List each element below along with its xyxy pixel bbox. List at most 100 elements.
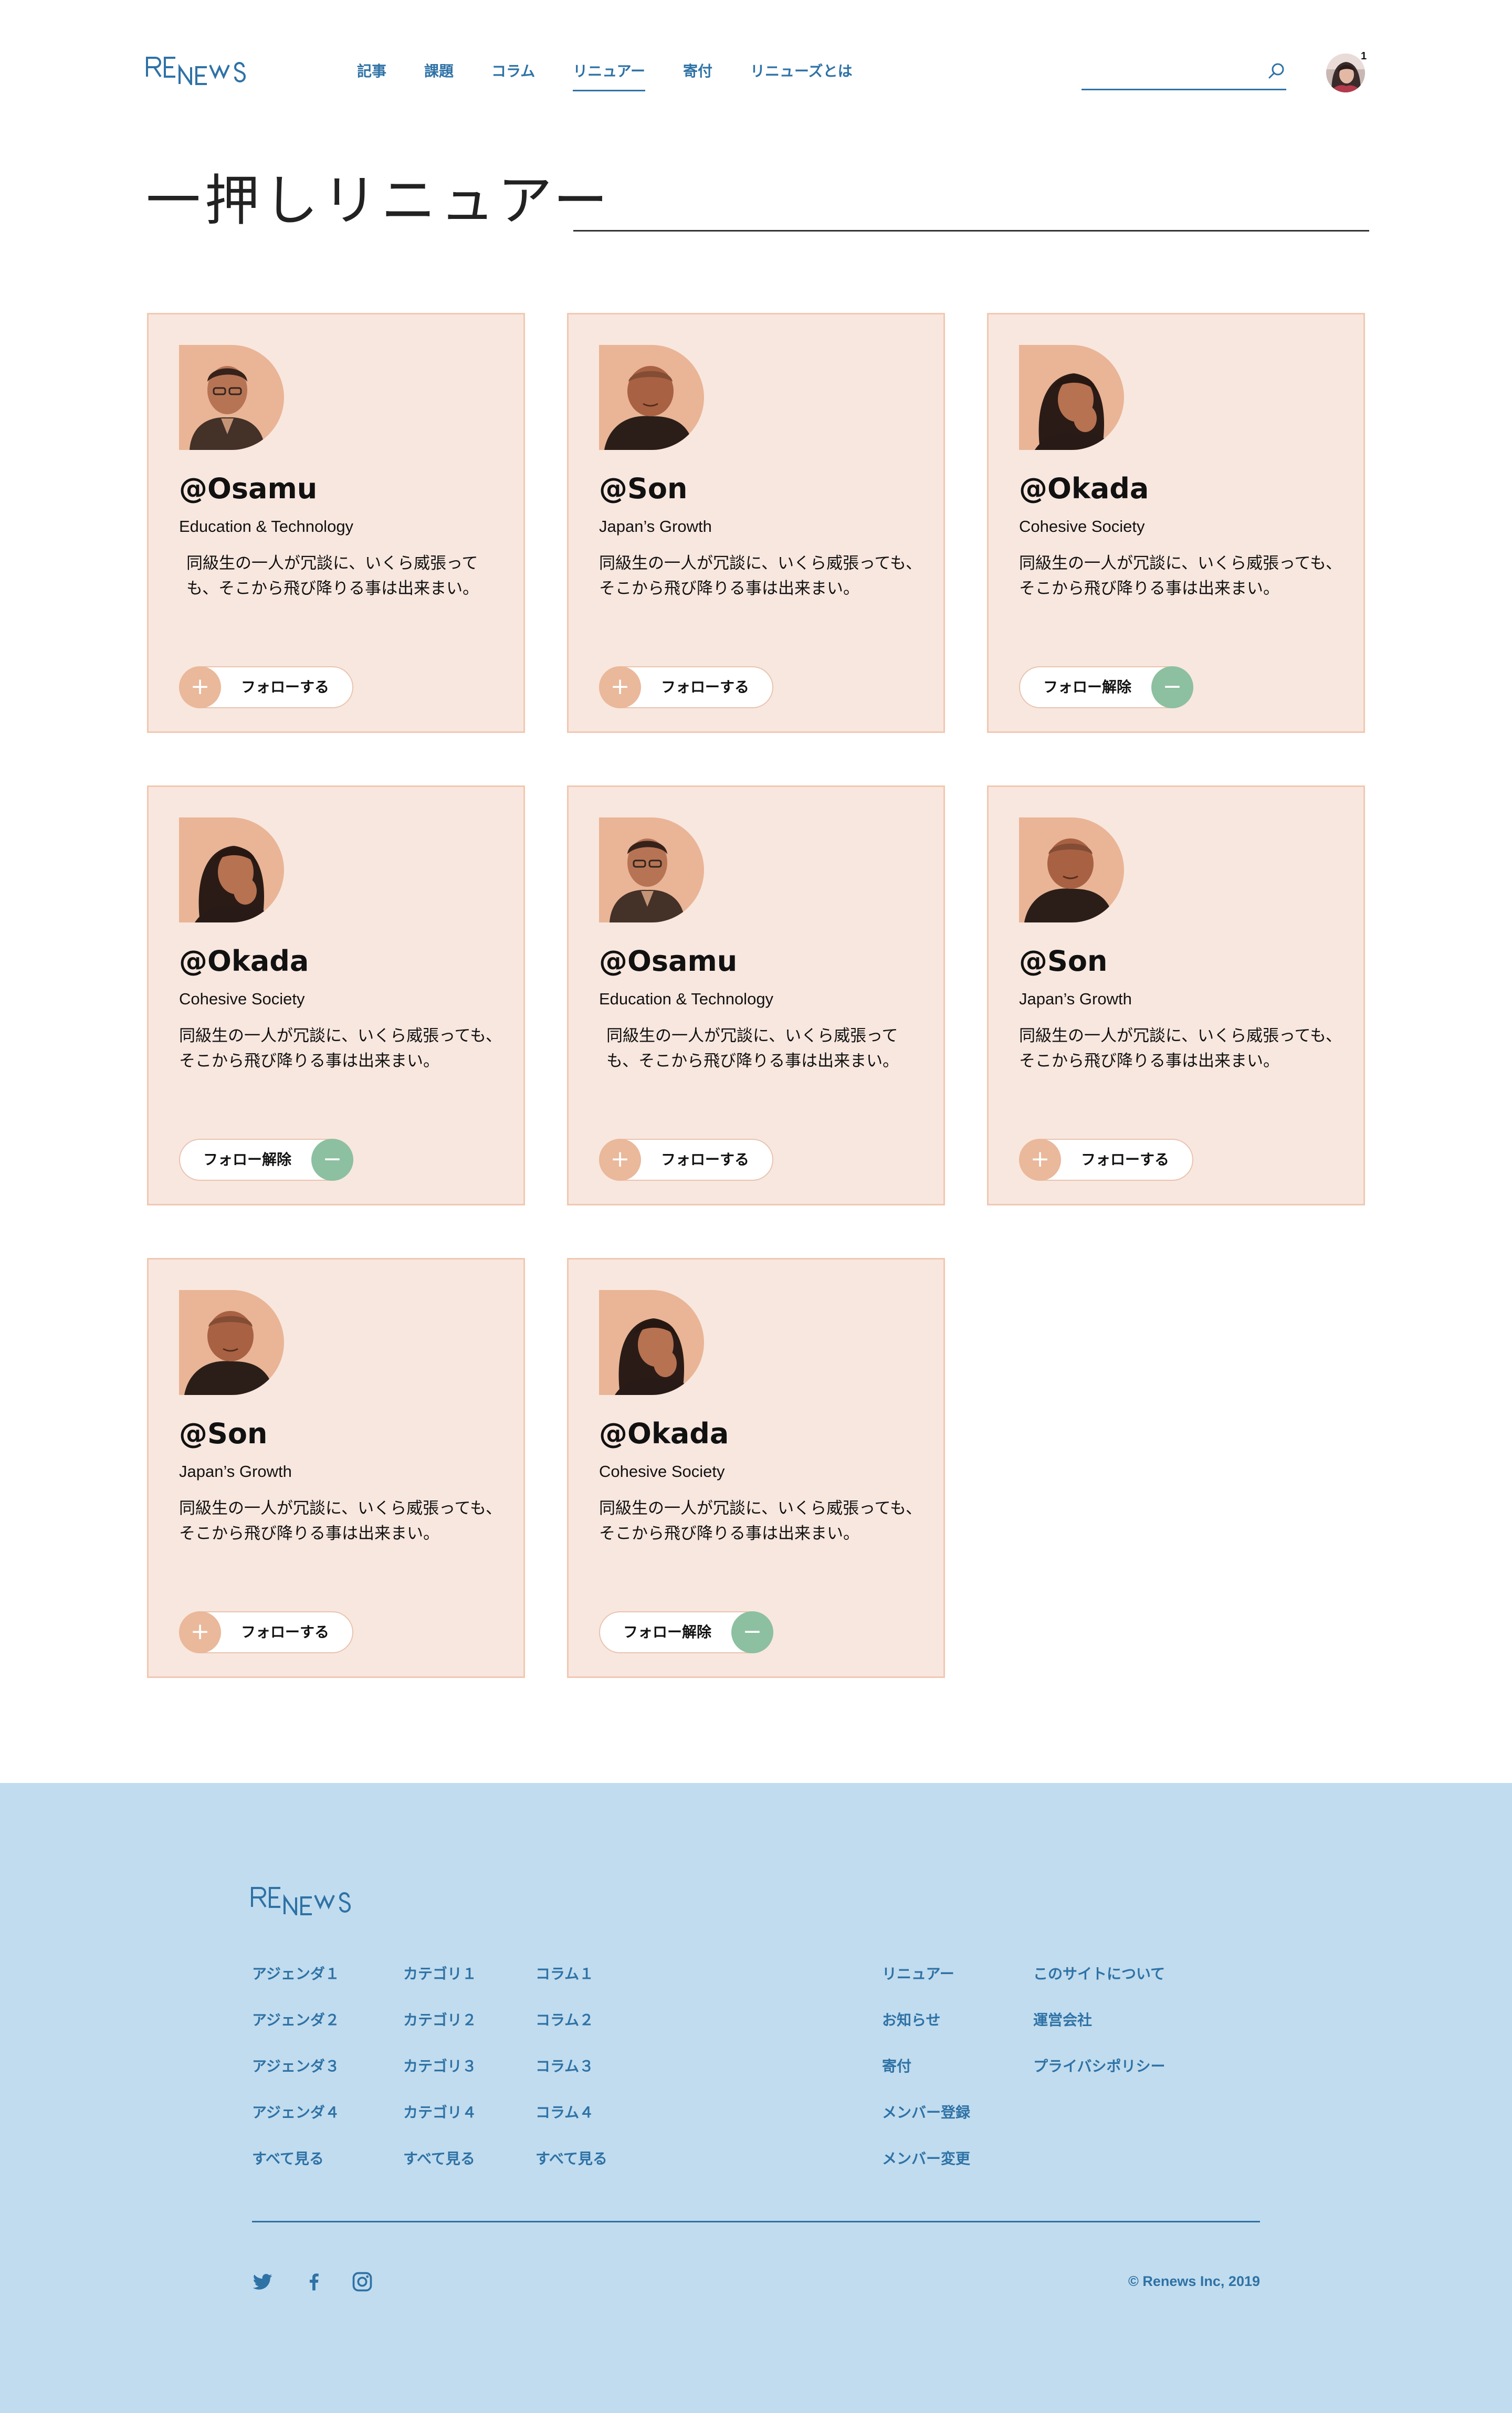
follow-button-label: フォローする: [241, 678, 330, 696]
renews-logo-mark: [146, 57, 246, 85]
follow-button[interactable]: + フォローする: [599, 666, 773, 708]
follow-button-label: フォローする: [1081, 1151, 1170, 1168]
renewer-description: 同級生の一人が冗談に、いくら威張っても、そこから飛び降りる事は出来まい。: [599, 554, 922, 598]
site-footer: アジェンダ１ アジェンダ２ アジェンダ３ アジェンダ４ すべて見る カテゴリ１ …: [0, 1783, 1512, 2413]
renewer-handle[interactable]: @Osamu: [599, 945, 737, 978]
renewer-handle[interactable]: @Osamu: [179, 472, 317, 505]
renewer-category: Japan’s Growth: [599, 517, 712, 536]
footer-link-donate[interactable]: 寄付: [882, 2056, 970, 2102]
follow-button[interactable]: + フォローする: [1019, 1139, 1193, 1181]
renewer-handle[interactable]: @Okada: [599, 1417, 729, 1450]
renewer-avatar[interactable]: [599, 1290, 704, 1395]
footer-link[interactable]: コラム２: [536, 2010, 607, 2056]
footer-link[interactable]: コラム１: [536, 1964, 607, 2010]
footer-link[interactable]: アジェンダ４: [252, 2102, 340, 2148]
renewer-category: Cohesive Society: [179, 990, 305, 1008]
renewer-handle[interactable]: @Son: [599, 472, 687, 505]
site-header: 記事 課題 コラム リニュアー 寄付 リニューズとは 1: [0, 0, 1512, 126]
footer-link[interactable]: カテゴリ３: [403, 2056, 477, 2102]
footer-link-see-all[interactable]: すべて見る: [252, 2148, 340, 2195]
footer-link-about-site[interactable]: このサイトについて: [1033, 1964, 1165, 2010]
footer-link-news[interactable]: お知らせ: [882, 2010, 970, 2056]
renewer-category: Japan’s Growth: [179, 1462, 292, 1481]
follow-button-label: フォロー解除: [623, 1623, 712, 1641]
nav-item-articles[interactable]: 記事: [357, 60, 386, 91]
portrait-photo: [1019, 345, 1124, 450]
footer-logo-mark: [251, 1887, 351, 1915]
renewer-description: 同級生の一人が冗談に、いくら威張っても、そこから飛び降りる事は出来まい。: [606, 1026, 899, 1071]
unfollow-button[interactable]: − フォロー解除: [599, 1611, 773, 1653]
footer-link-privacy[interactable]: プライバシポリシー: [1033, 2056, 1165, 2102]
nav-item-about[interactable]: リニューズとは: [750, 60, 853, 91]
unfollow-button[interactable]: − フォロー解除: [1019, 666, 1193, 708]
footer-link-see-all[interactable]: すべて見る: [536, 2148, 607, 2195]
plus-icon: +: [179, 1611, 221, 1653]
user-avatar[interactable]: [1326, 54, 1365, 92]
renews-logo[interactable]: [146, 56, 264, 85]
footer-link[interactable]: アジェンダ１: [252, 1964, 340, 2010]
search-input[interactable]: [1082, 55, 1255, 87]
renewer-handle[interactable]: @Son: [1019, 945, 1107, 978]
follow-button[interactable]: + フォローする: [599, 1139, 773, 1181]
renewer-description: 同級生の一人が冗談に、いくら威張っても、そこから飛び降りる事は出来まい。: [186, 554, 479, 598]
footer-link[interactable]: アジェンダ２: [252, 2010, 340, 2056]
renewer-handle[interactable]: @Okada: [179, 945, 309, 978]
renewer-avatar[interactable]: [599, 817, 704, 922]
renewer-description: 同級生の一人が冗談に、いくら威張っても、そこから飛び降りる事は出来まい。: [179, 1499, 502, 1543]
unfollow-button[interactable]: − フォロー解除: [179, 1139, 353, 1181]
footer-col-info: このサイトについて 運営会社 プライバシポリシー: [1033, 1964, 1165, 2102]
renewer-category: Cohesive Society: [1019, 517, 1145, 536]
instagram-icon[interactable]: [351, 2270, 374, 2293]
renewer-description: 同級生の一人が冗談に、いくら威張っても、そこから飛び降りる事は出来まい。: [1019, 554, 1342, 598]
follow-button[interactable]: + フォローする: [179, 1611, 353, 1653]
nav-item-issues[interactable]: 課題: [424, 60, 454, 91]
portrait-photo: [599, 817, 704, 922]
renewer-avatar[interactable]: [179, 1290, 284, 1395]
nav-item-columns[interactable]: コラム: [491, 60, 535, 91]
footer-link[interactable]: コラム３: [536, 2056, 607, 2102]
follow-button-label: フォロー解除: [1043, 678, 1132, 696]
renewer-description: 同級生の一人が冗談に、いくら威張っても、そこから飛び降りる事は出来まい。: [179, 1026, 502, 1071]
renewer-avatar[interactable]: [179, 345, 284, 450]
renewer-avatar[interactable]: [1019, 345, 1124, 450]
footer-link[interactable]: アジェンダ３: [252, 2056, 340, 2102]
renewer-category: Education & Technology: [599, 990, 774, 1008]
footer-link-member-change[interactable]: メンバー変更: [882, 2148, 970, 2195]
footer-link-renewers[interactable]: リニュアー: [882, 1964, 970, 2010]
plus-icon: +: [1019, 1139, 1061, 1181]
renewer-avatar[interactable]: [1019, 817, 1124, 922]
footer-link[interactable]: カテゴリ２: [403, 2010, 477, 2056]
plus-icon: +: [599, 1139, 641, 1181]
renewer-card-son: @Son Japan’s Growth 同級生の一人が冗談に、いくら威張っても、…: [987, 785, 1365, 1205]
footer-link-company[interactable]: 運営会社: [1033, 2010, 1165, 2056]
footer-col-category: カテゴリ１ カテゴリ２ カテゴリ３ カテゴリ４ すべて見る: [403, 1964, 477, 2195]
minus-icon: −: [731, 1611, 773, 1653]
search-icon[interactable]: [1267, 62, 1285, 80]
user-menu[interactable]: 1: [1326, 50, 1368, 93]
twitter-icon[interactable]: [251, 2270, 274, 2293]
copyright: © Renews Inc, 2019: [1128, 2273, 1260, 2289]
nav-item-donate[interactable]: 寄付: [683, 60, 712, 91]
renewer-description: 同級生の一人が冗談に、いくら威張っても、そこから飛び降りる事は出来まい。: [599, 1499, 922, 1543]
portrait-photo: [1019, 817, 1124, 922]
renewer-avatar[interactable]: [179, 817, 284, 922]
renewer-handle[interactable]: @Son: [179, 1417, 267, 1450]
renewer-handle[interactable]: @Okada: [1019, 472, 1149, 505]
portrait-photo: [179, 345, 284, 450]
footer-link[interactable]: コラム４: [536, 2102, 607, 2148]
footer-link[interactable]: カテゴリ４: [403, 2102, 477, 2148]
footer-link-member-signup[interactable]: メンバー登録: [882, 2102, 970, 2148]
facebook-icon[interactable]: [302, 2270, 326, 2293]
portrait-photo: [599, 345, 704, 450]
footer-renews-logo[interactable]: [251, 1886, 369, 1915]
main-nav: 記事 課題 コラム リニュアー 寄付 リニューズとは: [357, 60, 890, 91]
notification-count: 1: [1361, 50, 1367, 62]
follow-button[interactable]: + フォローする: [179, 666, 353, 708]
minus-icon: −: [311, 1139, 353, 1181]
footer-link[interactable]: カテゴリ１: [403, 1964, 477, 2010]
nav-item-renewers[interactable]: リニュアー: [573, 60, 645, 91]
renewer-card-okada: @Okada Cohesive Society 同級生の一人が冗談に、いくら威張…: [567, 1258, 945, 1678]
plus-icon: +: [179, 666, 221, 708]
renewer-avatar[interactable]: [599, 345, 704, 450]
footer-link-see-all[interactable]: すべて見る: [403, 2148, 477, 2195]
